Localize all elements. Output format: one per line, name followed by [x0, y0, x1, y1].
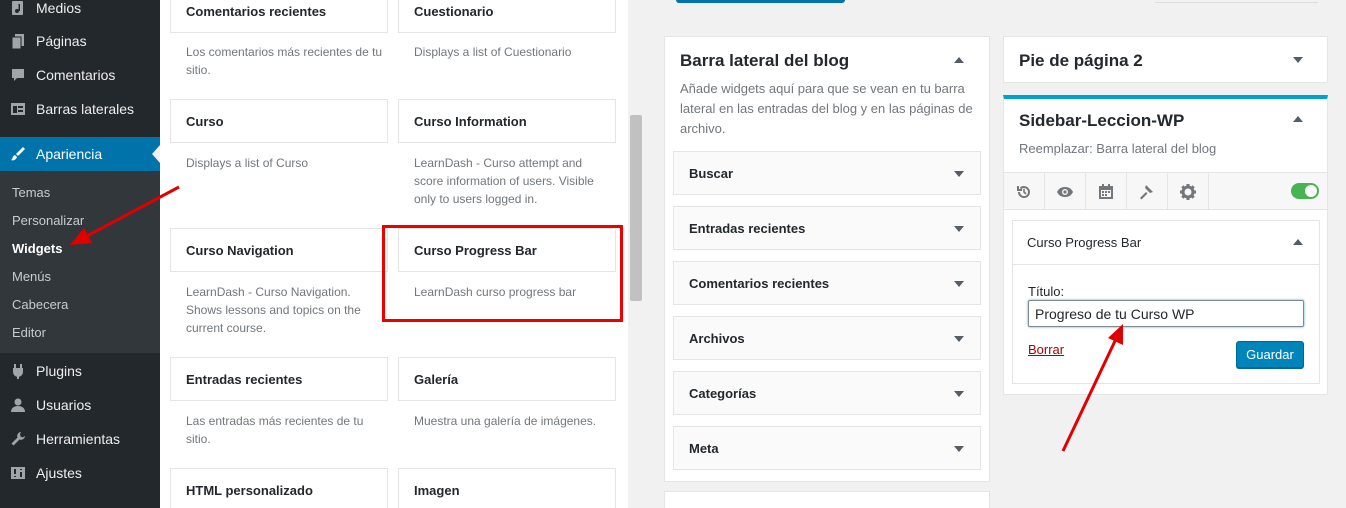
eye-icon[interactable]	[1045, 173, 1086, 210]
widget-description: Displays a list of Cuestionario	[414, 45, 572, 59]
leccion-sidebar-title[interactable]: Sidebar-Leccion-WP	[1019, 111, 1184, 131]
submenu-item-editor[interactable]: Editor	[12, 325, 46, 340]
sidebars-icon	[0, 100, 36, 118]
media-icon	[0, 0, 36, 17]
scrollbar-thumb[interactable]	[630, 115, 642, 301]
widget-gallery[interactable]: Galería	[398, 357, 616, 401]
toggle-knob	[1305, 185, 1317, 197]
history-icon[interactable]	[1004, 173, 1045, 210]
menu-item-users[interactable]: Usuarios	[0, 388, 160, 422]
widget-custom-html[interactable]: HTML personalizado	[170, 468, 388, 508]
menu-label: Medios	[36, 0, 82, 16]
widget-description: Displays a list of Curso	[186, 156, 309, 170]
blog-sidebar-description: Añade widgets aquí para que se vean en t…	[680, 81, 973, 136]
menu-label: Plugins	[36, 363, 82, 379]
settings-icon	[0, 464, 36, 482]
widget-course[interactable]: Curso	[170, 99, 388, 143]
expand-caret-icon[interactable]	[954, 171, 964, 177]
widget-recent-comments[interactable]: Comentarios recientes	[170, 0, 388, 33]
widget-image[interactable]: Imagen	[398, 468, 616, 508]
submenu-item-header[interactable]: Cabecera	[12, 297, 68, 312]
admin-menu: Medios Páginas Comentarios Barras latera…	[0, 0, 160, 508]
top-field-edge	[1155, 0, 1318, 3]
delete-link[interactable]: Borrar	[1028, 342, 1064, 357]
collapse-caret-icon[interactable]	[954, 57, 964, 63]
menu-item-appearance[interactable]: Apariencia	[0, 137, 160, 171]
top-button-edge[interactable]	[676, 0, 845, 3]
sidebar-widget-recent-posts[interactable]: Entradas recientes	[673, 206, 981, 250]
widget-recent-posts[interactable]: Entradas recientes	[170, 357, 388, 401]
widget-label: Archivos	[689, 330, 745, 346]
widget-title: Curso Progress Bar	[1027, 235, 1142, 250]
widget-description: LearnDash - Curso Navigation. Shows less…	[186, 285, 361, 335]
menu-item-tools[interactable]: Herramientas	[0, 422, 160, 456]
widget-course-information[interactable]: Curso Information	[398, 99, 616, 143]
widget-label: Buscar	[689, 165, 734, 181]
submenu-item-themes[interactable]: Temas	[12, 185, 50, 200]
blog-sidebar-title[interactable]: Barra lateral del blog	[680, 51, 849, 71]
widget-label: Comentarios recientes	[689, 275, 830, 291]
progress-bar-widget-header[interactable]: Curso Progress Bar	[1013, 221, 1319, 265]
calendar-icon[interactable]	[1086, 173, 1127, 210]
sidebar-toolbar	[1004, 172, 1327, 210]
widget-course-navigation[interactable]: Curso Navigation	[170, 228, 388, 272]
sidebar-widget-categories[interactable]: Categorías	[673, 371, 981, 415]
title-field-label: Título:	[1028, 284, 1065, 299]
menu-item-settings[interactable]: Ajustes	[0, 456, 160, 490]
footer-area-title[interactable]: Pie de página 2	[1019, 51, 1143, 71]
sidebar-toggle[interactable]	[1291, 183, 1319, 199]
expand-caret-icon[interactable]	[954, 281, 964, 287]
menu-item-comments[interactable]: Comentarios	[0, 58, 160, 92]
users-icon	[0, 396, 36, 414]
widget-description: Las entradas más recientes de tu sitio.	[186, 414, 364, 446]
submenu-item-widgets[interactable]: Widgets	[12, 241, 62, 256]
comments-icon	[0, 66, 36, 84]
widget-label: Categorías	[689, 385, 757, 401]
expand-caret-icon[interactable]	[954, 336, 964, 342]
next-widget-area	[664, 491, 990, 508]
menu-item-pages[interactable]: Páginas	[0, 24, 160, 58]
submenu-item-customize[interactable]: Personalizar	[12, 213, 84, 228]
gear-icon[interactable]	[1168, 173, 1209, 210]
sidebar-widget-meta[interactable]: Meta	[673, 426, 981, 470]
widget-label: Entradas recientes	[689, 220, 806, 236]
expand-caret-icon[interactable]	[1293, 57, 1303, 63]
submenu-item-menus[interactable]: Menús	[12, 269, 51, 284]
widget-description: Muestra una galería de imágenes.	[414, 414, 597, 428]
appearance-icon	[0, 145, 36, 163]
tools-icon	[0, 430, 36, 448]
collapse-caret-icon[interactable]	[1293, 116, 1303, 122]
expand-caret-icon[interactable]	[954, 391, 964, 397]
menu-label: Herramientas	[36, 431, 121, 447]
menu-label: Páginas	[36, 33, 87, 49]
save-button[interactable]: Guardar	[1236, 341, 1304, 368]
menu-item-plugins[interactable]: Plugins	[0, 354, 160, 388]
title-input[interactable]	[1028, 300, 1304, 327]
leccion-sidebar-description: Reemplazar: Barra lateral del blog	[1019, 141, 1217, 156]
menu-label: Usuarios	[36, 397, 92, 413]
expand-caret-icon[interactable]	[954, 226, 964, 232]
widget-description: Los comentarios más recientes de tu siti…	[186, 45, 383, 77]
appearance-submenu: Temas Personalizar Widgets Menús Cabecer…	[0, 171, 160, 353]
plugins-icon	[0, 362, 36, 380]
sidebar-widget-archives[interactable]: Archivos	[673, 316, 981, 360]
menu-label: Barras laterales	[36, 101, 135, 117]
menu-label: Comentarios	[36, 67, 116, 83]
current-indicator	[152, 145, 160, 163]
hammer-icon[interactable]	[1127, 173, 1168, 210]
menu-item-sidebars[interactable]: Barras laterales	[0, 92, 160, 126]
highlight-annotation	[382, 225, 623, 322]
menu-label: Ajustes	[36, 465, 82, 481]
pages-icon	[0, 32, 36, 50]
widget-label: Meta	[689, 440, 719, 456]
sidebar-widget-search[interactable]: Buscar	[673, 151, 981, 195]
collapse-caret-icon[interactable]	[1293, 239, 1303, 245]
widget-description: LearnDash - Curso attempt and score info…	[414, 156, 594, 206]
menu-label: Apariencia	[36, 146, 103, 162]
expand-caret-icon[interactable]	[954, 446, 964, 452]
menu-item-media[interactable]: Medios	[0, 0, 160, 25]
sidebar-widget-recent-comments[interactable]: Comentarios recientes	[673, 261, 981, 305]
widget-quiz[interactable]: Cuestionario	[398, 0, 616, 33]
